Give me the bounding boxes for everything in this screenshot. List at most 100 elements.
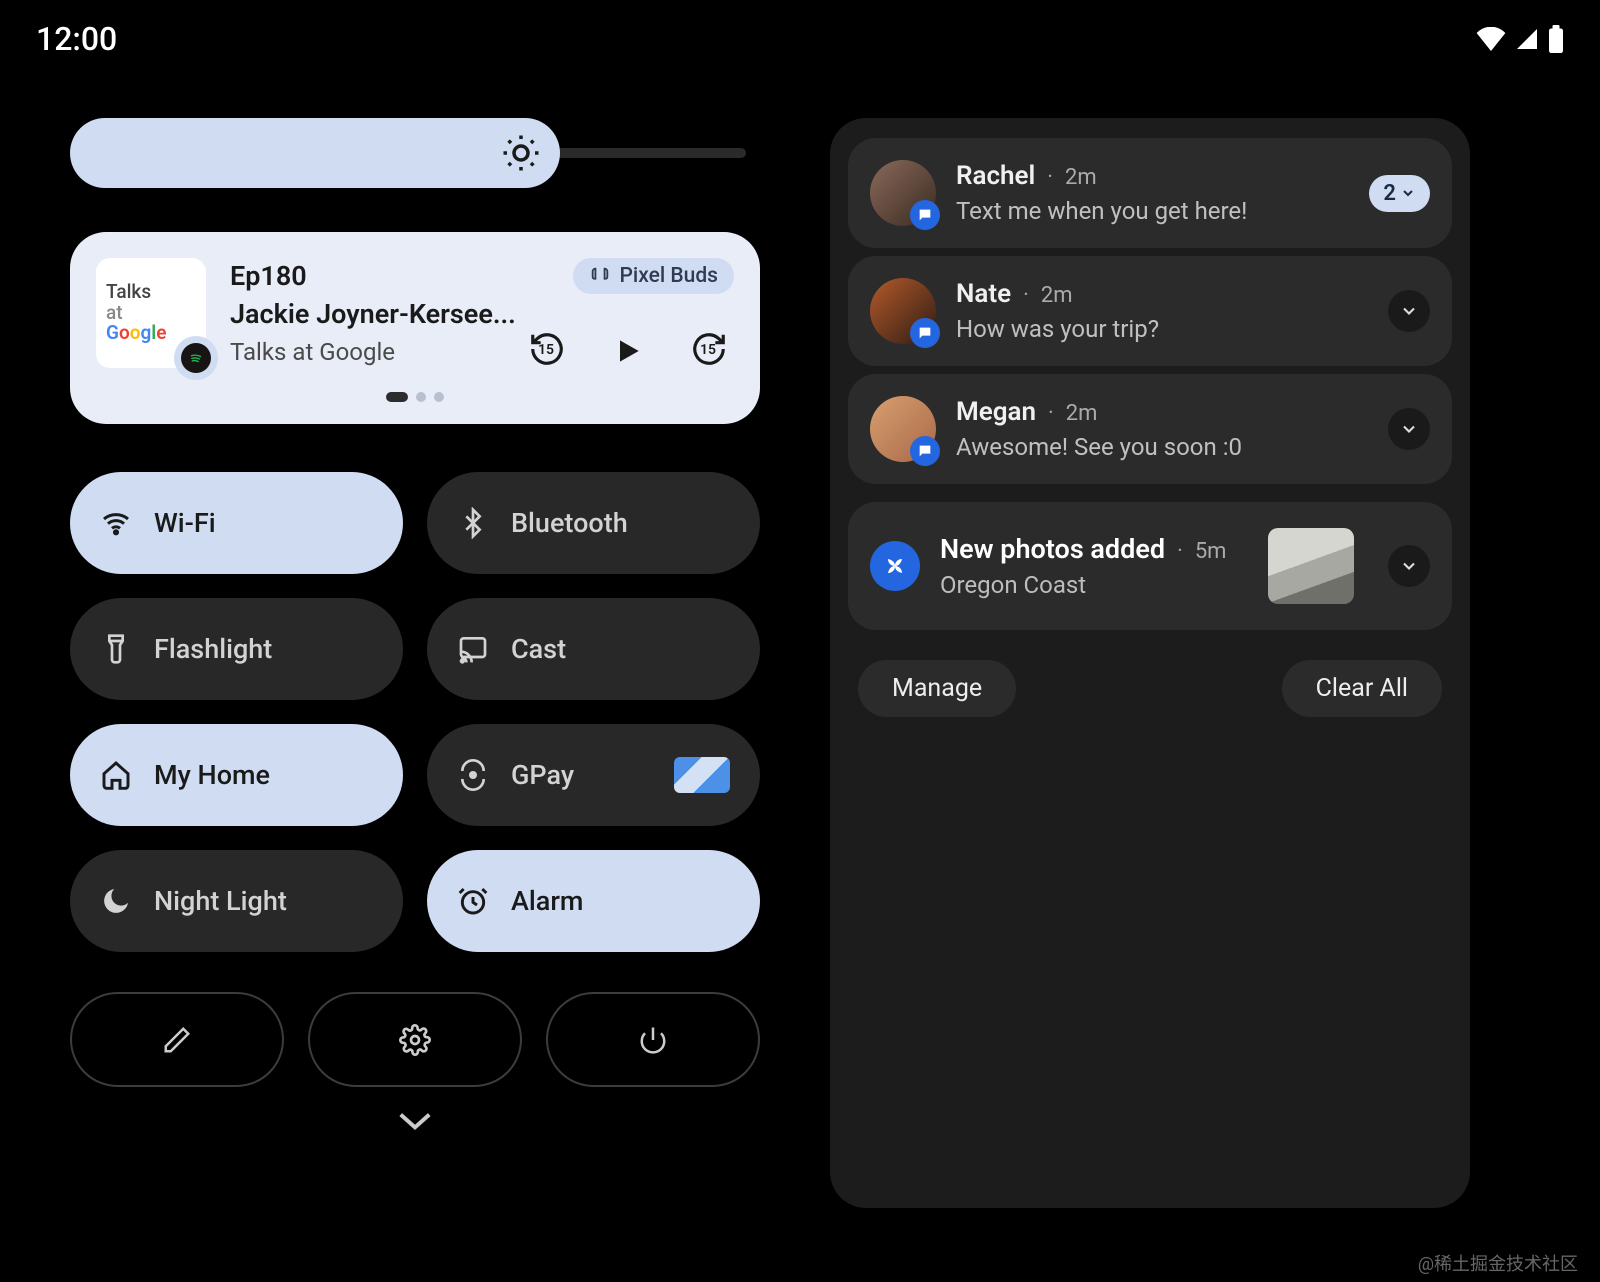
- status-bar: 12:00: [0, 0, 1600, 78]
- collapse-handle[interactable]: [70, 1109, 760, 1133]
- forward-15-button[interactable]: 15: [690, 330, 728, 372]
- chevron-down-icon: [1400, 185, 1416, 201]
- watermark: @稀土掘金技术社区: [1418, 1250, 1578, 1276]
- forward-seconds-label: 15: [700, 342, 716, 358]
- qs-tile-label: Wi-Fi: [154, 507, 216, 539]
- qs-tile-label: My Home: [154, 759, 270, 791]
- notification-item-photos[interactable]: New photos added · 5m Oregon Coast: [848, 502, 1452, 630]
- qs-tile-alarm[interactable]: Alarm: [427, 850, 760, 952]
- qs-tile-label: Flashlight: [154, 633, 272, 665]
- notification-sender: Rachel: [956, 161, 1035, 191]
- moon-icon: [100, 885, 132, 917]
- notification-count-chip[interactable]: 2: [1369, 175, 1430, 212]
- page-indicator: [96, 392, 734, 402]
- chevron-down-icon: [1399, 556, 1419, 576]
- separator-dot: ·: [1047, 165, 1053, 190]
- notification-count: 2: [1383, 181, 1396, 206]
- gpay-icon: [457, 759, 489, 791]
- expand-button[interactable]: [1388, 545, 1430, 587]
- settings-button[interactable]: [308, 992, 522, 1087]
- chevron-down-icon: [1399, 301, 1419, 321]
- rewind-15-button[interactable]: 15: [528, 330, 566, 372]
- source-app-badge: [174, 336, 218, 380]
- qs-tile-label: Cast: [511, 633, 566, 665]
- brightness-slider[interactable]: [70, 118, 760, 188]
- separator-dot: ·: [1177, 539, 1183, 564]
- clear-all-button[interactable]: Clear All: [1282, 660, 1442, 717]
- status-icons: [1476, 25, 1564, 53]
- qs-tile-label: Night Light: [154, 885, 287, 917]
- messages-app-badge: [910, 200, 940, 230]
- notification-sender: Nate: [956, 279, 1011, 309]
- separator-dot: ·: [1023, 283, 1029, 308]
- battery-icon: [1548, 25, 1564, 53]
- notification-text: Awesome! See you soon :0: [956, 433, 1368, 461]
- chevron-down-icon: [396, 1109, 434, 1133]
- play-button[interactable]: [612, 335, 644, 367]
- notification-text: Text me when you get here!: [956, 197, 1349, 225]
- notification-time: 2m: [1041, 283, 1073, 308]
- alarm-icon: [457, 885, 489, 917]
- message-icon: [917, 207, 933, 223]
- messages-app-badge: [910, 436, 940, 466]
- flashlight-icon: [100, 633, 132, 665]
- message-icon: [917, 325, 933, 341]
- edit-button[interactable]: [70, 992, 284, 1087]
- avatar: [870, 160, 936, 226]
- rewind-seconds-label: 15: [538, 342, 554, 358]
- signal-icon: [1514, 27, 1540, 51]
- qs-tile-home[interactable]: My Home: [70, 724, 403, 826]
- media-source-label: Talks at Google: [230, 338, 395, 366]
- separator-dot: ·: [1048, 401, 1054, 426]
- gpay-card-thumb: [674, 757, 730, 793]
- gear-icon: [399, 1024, 431, 1056]
- album-text-line: Google: [106, 323, 166, 344]
- media-player-card[interactable]: Talks at Google Ep180 Pixel Buds: [70, 232, 760, 424]
- avatar: [870, 278, 936, 344]
- output-device-label: Pixel Buds: [619, 264, 718, 288]
- qs-tile-night-light[interactable]: Night Light: [70, 850, 403, 952]
- brightness-icon: [500, 132, 542, 174]
- manage-button[interactable]: Manage: [858, 660, 1016, 717]
- expand-button[interactable]: [1388, 408, 1430, 450]
- notification-title: New photos added: [940, 533, 1165, 565]
- photo-thumbnail: [1268, 528, 1354, 604]
- qs-tile-label: GPay: [511, 759, 574, 791]
- qs-footer: [70, 992, 760, 1087]
- message-icon: [917, 443, 933, 459]
- notification-actions: Manage Clear All: [848, 638, 1452, 717]
- clock: 12:00: [36, 20, 117, 58]
- wifi-icon: [1476, 27, 1506, 51]
- qs-tile-cast[interactable]: Cast: [427, 598, 760, 700]
- notification-text: How was your trip?: [956, 315, 1368, 343]
- notification-item[interactable]: Rachel · 2m Text me when you get here! 2: [848, 138, 1452, 248]
- notification-panel: Rachel · 2m Text me when you get here! 2: [830, 118, 1470, 1208]
- media-track-subtitle: Jackie Joyner-Kersee...: [230, 298, 734, 330]
- album-text-line: Talks: [106, 282, 151, 303]
- qs-tile-label: Alarm: [511, 885, 583, 917]
- quick-settings-grid: Wi-Fi Bluetooth Flashlight Cast My Home …: [70, 472, 760, 952]
- qs-tile-gpay[interactable]: GPay: [427, 724, 760, 826]
- qs-tile-wifi[interactable]: Wi-Fi: [70, 472, 403, 574]
- output-device-chip[interactable]: Pixel Buds: [573, 258, 734, 294]
- notification-time: 5m: [1195, 539, 1227, 564]
- notification-item[interactable]: Megan · 2m Awesome! See you soon :0: [848, 374, 1452, 484]
- album-text-line: at: [106, 303, 123, 324]
- qs-tile-label: Bluetooth: [511, 507, 628, 539]
- spotify-icon: [187, 349, 205, 367]
- notification-time: 2m: [1066, 401, 1098, 426]
- qs-tile-bluetooth[interactable]: Bluetooth: [427, 472, 760, 574]
- media-track-title: Ep180: [230, 260, 307, 292]
- messages-app-badge: [910, 318, 940, 348]
- power-icon: [638, 1025, 668, 1055]
- notification-sender: Megan: [956, 397, 1036, 427]
- earbuds-icon: [589, 265, 611, 287]
- album-art: Talks at Google: [96, 258, 206, 368]
- notification-time: 2m: [1065, 165, 1097, 190]
- power-button[interactable]: [546, 992, 760, 1087]
- qs-tile-flashlight[interactable]: Flashlight: [70, 598, 403, 700]
- pinwheel-icon: [881, 552, 909, 580]
- expand-button[interactable]: [1388, 290, 1430, 332]
- photos-app-icon: [870, 541, 920, 591]
- notification-item[interactable]: Nate · 2m How was your trip?: [848, 256, 1452, 366]
